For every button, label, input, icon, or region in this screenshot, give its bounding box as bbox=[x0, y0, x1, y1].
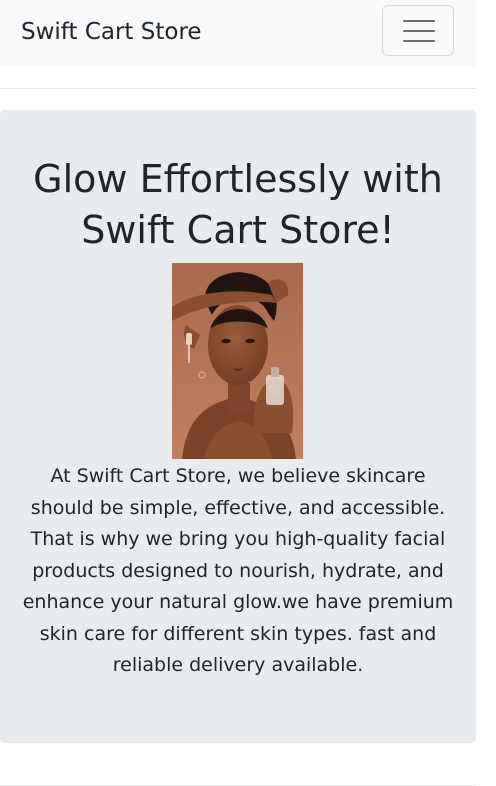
hero-description: At Swift Cart Store, we believe skincare… bbox=[22, 465, 454, 676]
navbar-toggler-button[interactable] bbox=[382, 5, 454, 56]
top-divider bbox=[0, 88, 476, 89]
hero-product-image bbox=[172, 263, 303, 459]
navbar: Swift Cart Store bbox=[0, 0, 476, 67]
hero-title: Glow Effortlessly with Swift Cart Store! bbox=[33, 157, 443, 252]
navbar-brand[interactable]: Swift Cart Store bbox=[21, 16, 202, 48]
hamburger-menu-icon bbox=[403, 19, 435, 43]
